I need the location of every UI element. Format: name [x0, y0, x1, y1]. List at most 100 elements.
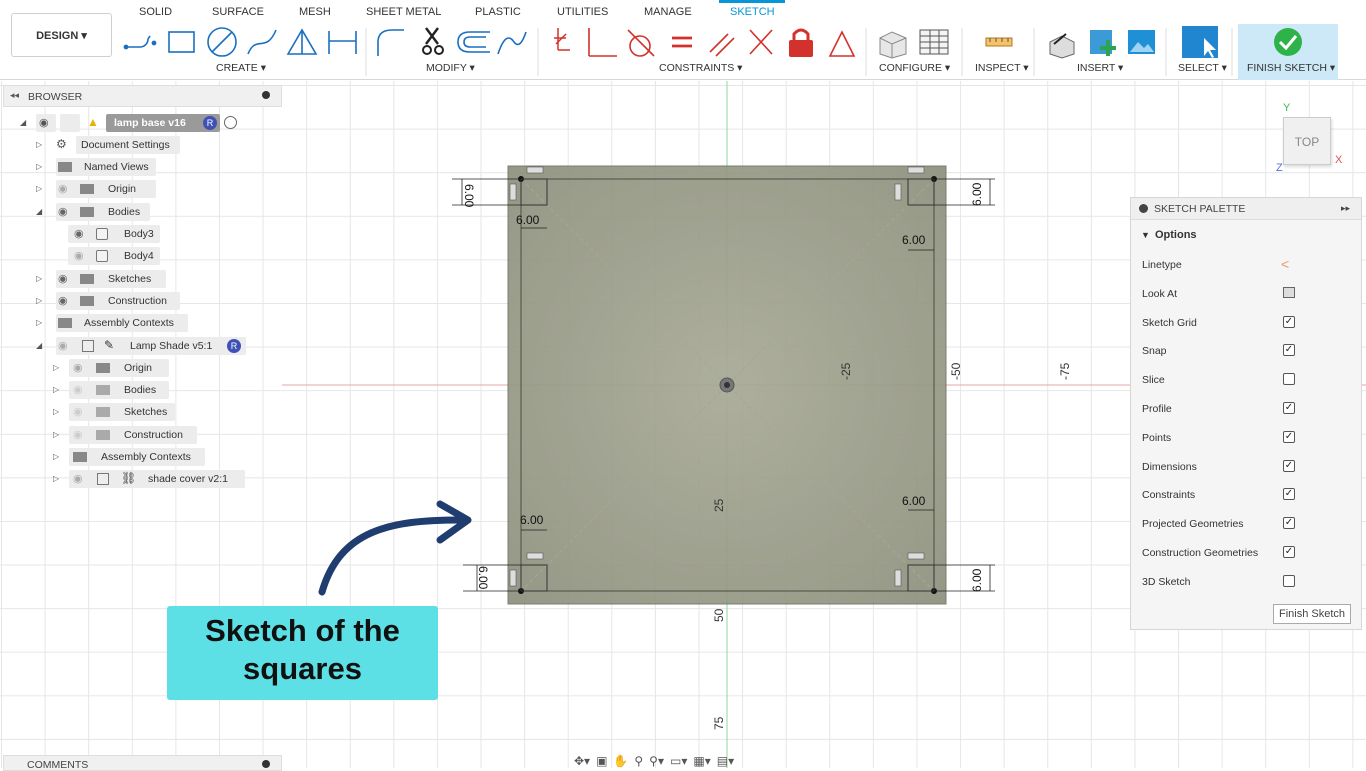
collapsed-arrow-icon[interactable]: ▷	[53, 363, 59, 372]
link-icon: ⛓	[121, 471, 137, 485]
tree-item-sketches-2[interactable]: ▷ ◉ Sketches	[53, 403, 253, 421]
zoom-icon[interactable]: ⚲	[634, 754, 643, 768]
eye-hidden-icon[interactable]: ◉	[58, 182, 68, 195]
collapsed-arrow-icon[interactable]: ▷	[53, 452, 59, 461]
annotation-callout: Sketch of the squares	[167, 606, 438, 700]
expanded-arrow-icon[interactable]: ◢	[36, 207, 42, 216]
activate-radio-icon[interactable]	[224, 116, 237, 129]
tree-item-body3[interactable]: ◉ Body3	[68, 225, 268, 243]
dimension-label[interactable]: 6.00	[520, 513, 543, 527]
dimension-label[interactable]: 6.00	[516, 213, 539, 227]
checkbox[interactable]: ✓	[1283, 402, 1295, 414]
tree-item-lamp-shade[interactable]: ◢ ◉ ✎ Lamp Shade v5:1 R	[36, 337, 256, 355]
collapsed-arrow-icon[interactable]: ▷	[36, 296, 42, 305]
tree-item-bodies[interactable]: ◢ ◉ Bodies	[36, 203, 236, 221]
collapsed-arrow-icon[interactable]: ▷	[53, 385, 59, 394]
pan-icon[interactable]: ✋	[613, 754, 628, 768]
collapsed-arrow-icon[interactable]: ▷	[36, 318, 42, 327]
viewcube[interactable]: TOP	[1283, 117, 1331, 165]
checkbox[interactable]	[1283, 574, 1295, 587]
checkbox[interactable]: ✓	[1283, 546, 1295, 558]
collapse-icon[interactable]: ◂◂	[10, 90, 19, 101]
finish-sketch-button[interactable]: Finish Sketch	[1273, 604, 1351, 624]
tree-item-named-views[interactable]: ▷ Named Views	[36, 158, 236, 176]
options-section-header[interactable]: ▼ Options	[1141, 229, 1197, 241]
pin-icon[interactable]	[262, 91, 270, 99]
palette-option-label: Look At	[1142, 287, 1178, 300]
palette-option-look-at[interactable]: Look At	[1142, 285, 1352, 305]
eye-icon[interactable]: ◉	[58, 294, 68, 307]
eye-hidden-icon[interactable]: ◉	[58, 339, 68, 352]
eye-icon[interactable]: ◉	[74, 227, 84, 240]
tree-item-bodies-2[interactable]: ▷ ◉ Bodies	[53, 381, 253, 399]
eye-hidden-icon[interactable]: ◉	[74, 249, 84, 262]
checkbox[interactable]: ✓	[1283, 344, 1295, 357]
tree-root[interactable]: ◢ ◉ ▲ lamp base v16 R	[20, 114, 250, 132]
palette-option-3d-sketch[interactable]: 3D Sketch	[1142, 573, 1352, 593]
sketch-palette-header[interactable]: SKETCH PALETTE ▸▸	[1131, 198, 1361, 220]
collapsed-arrow-icon[interactable]: ▷	[53, 474, 59, 483]
collapsed-arrow-icon[interactable]: ▷	[36, 140, 42, 149]
expanded-arrow-icon[interactable]: ◢	[20, 118, 26, 127]
tree-item-body4[interactable]: ◉ Body4	[68, 247, 268, 265]
checkbox[interactable]: ✓	[1283, 430, 1295, 443]
eye-hidden-icon[interactable]: ◉	[73, 383, 83, 396]
eye-icon[interactable]: ◉	[58, 205, 68, 218]
checkbox[interactable]	[1283, 373, 1295, 386]
palette-option-construction-geometries[interactable]: Construction Geometries ✓	[1142, 544, 1352, 564]
palette-expand-icon[interactable]: ▸▸	[1341, 203, 1350, 214]
dimension-label[interactable]: 6.00	[902, 494, 925, 508]
linetype-icon[interactable]: <	[1281, 256, 1289, 272]
look-at-icon[interactable]	[1283, 286, 1295, 298]
palette-option-snap[interactable]: Snap ✓	[1142, 342, 1352, 362]
dimension-label[interactable]: 6.00	[970, 183, 984, 206]
eye-icon[interactable]: ◉	[58, 272, 68, 285]
tree-item-origin[interactable]: ▷ ◉ Origin	[36, 180, 236, 198]
orbit-icon[interactable]: ✥▾	[574, 754, 590, 768]
tree-item-sketches[interactable]: ▷ ◉ Sketches	[36, 270, 236, 288]
tree-item-origin-2[interactable]: ▷ ◉ Origin	[53, 359, 253, 377]
palette-option-projected-geometries[interactable]: Projected Geometries ✓	[1142, 515, 1352, 535]
look-at-icon[interactable]: ▣	[596, 754, 607, 768]
expanded-arrow-icon[interactable]: ◢	[36, 341, 42, 350]
eye-hidden-icon[interactable]: ◉	[73, 428, 83, 441]
palette-option-slice[interactable]: Slice	[1142, 371, 1352, 391]
zoom-window-icon[interactable]: ⚲▾	[649, 754, 664, 768]
collapsed-arrow-icon[interactable]: ▷	[36, 162, 42, 171]
tree-item-assembly-contexts[interactable]: ▷ Assembly Contexts	[36, 314, 236, 332]
eye-hidden-icon[interactable]: ◉	[73, 405, 83, 418]
display-settings-icon[interactable]: ▭▾	[670, 754, 687, 768]
comments-panel[interactable]: COMMENTS	[3, 755, 282, 771]
add-comment-icon[interactable]	[262, 760, 270, 768]
browser-header[interactable]: ◂◂ BROWSER	[3, 85, 282, 107]
checkbox[interactable]: ✓	[1283, 459, 1295, 472]
dimension-label[interactable]: 6.00	[970, 569, 984, 592]
palette-option-sketch-grid[interactable]: Sketch Grid ✓	[1142, 314, 1352, 334]
dimension-label[interactable]: 6.00	[902, 233, 925, 247]
tree-item-document-settings[interactable]: ▷ ⚙ Document Settings	[36, 136, 236, 154]
collapsed-arrow-icon[interactable]: ▷	[36, 274, 42, 283]
dimension-label[interactable]: 6.00	[462, 184, 476, 207]
checkbox[interactable]: ✓	[1283, 488, 1295, 501]
tree-item-assembly-contexts-2[interactable]: ▷ Assembly Contexts	[53, 448, 253, 466]
checkbox[interactable]: ✓	[1283, 517, 1295, 530]
palette-minimize-icon[interactable]	[1139, 204, 1148, 213]
body-icon	[96, 250, 108, 262]
grid-settings-icon[interactable]: ▦▾	[693, 754, 710, 768]
eye-hidden-icon[interactable]: ◉	[73, 361, 83, 374]
palette-option-dimensions[interactable]: Dimensions ✓	[1142, 458, 1352, 478]
viewports-icon[interactable]: ▤▾	[717, 754, 734, 768]
collapsed-arrow-icon[interactable]: ▷	[53, 430, 59, 439]
tree-label: Construction	[124, 429, 183, 441]
collapsed-arrow-icon[interactable]: ▷	[53, 407, 59, 416]
palette-option-constraints[interactable]: Constraints ✓	[1142, 486, 1352, 506]
tree-item-construction[interactable]: ▷ ◉ Construction	[36, 292, 236, 310]
checkbox[interactable]: ✓	[1283, 315, 1295, 328]
palette-option-profile[interactable]: Profile ✓	[1142, 400, 1352, 420]
eye-hidden-icon[interactable]: ◉	[73, 472, 83, 485]
palette-option-linetype[interactable]: Linetype <	[1142, 256, 1352, 276]
palette-option-points[interactable]: Points ✓	[1142, 429, 1352, 449]
tree-item-shade-cover[interactable]: ▷ ◉ ⛓ shade cover v2:1	[53, 470, 253, 488]
tree-item-construction-2[interactable]: ▷ ◉ Construction	[53, 426, 253, 444]
collapsed-arrow-icon[interactable]: ▷	[36, 184, 42, 193]
